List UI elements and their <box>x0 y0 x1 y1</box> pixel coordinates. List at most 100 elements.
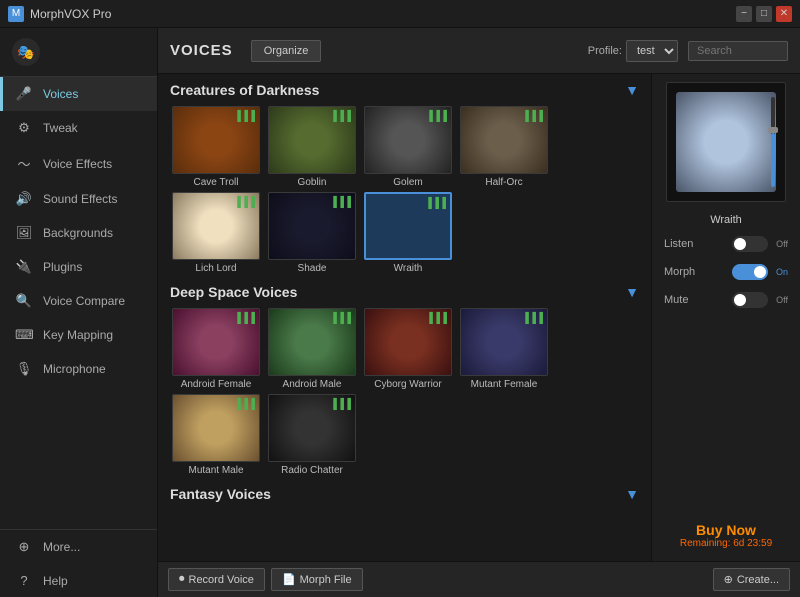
voice-grid-deep-space: ▐▐▐ Android Female ▐▐▐ Android Male <box>170 308 639 476</box>
maximize-button[interactable]: □ <box>756 6 772 22</box>
morph-state: On <box>776 267 788 277</box>
close-button[interactable]: ✕ <box>776 6 792 22</box>
voice-thumb-wraith: ▐▐▐ <box>364 192 452 260</box>
sidebar-label-backgrounds: Backgrounds <box>43 226 113 240</box>
sidebar-item-backgrounds[interactable]: 🖼 Backgrounds <box>0 216 157 250</box>
voices-panel[interactable]: Creatures of Darkness ▼ ▐▐▐ Cave Troll <box>158 74 652 561</box>
voice-label-shade: Shade <box>298 263 327 274</box>
group-header-deep-space: Deep Space Voices ▼ <box>170 284 639 300</box>
sidebar-item-plugins[interactable]: 🔌 Plugins <box>0 250 157 284</box>
signal-icon: ▐▐▐ <box>234 111 255 122</box>
voice-thumb-android-female: ▐▐▐ <box>172 308 260 376</box>
sidebar-item-more[interactable]: ⊕ More... <box>0 530 157 564</box>
signal-icon: ▐▐▐ <box>522 111 543 122</box>
mute-label: Mute <box>664 294 688 306</box>
more-icon: ⊕ <box>15 539 33 555</box>
signal-icon: ▐▐▐ <box>234 197 255 208</box>
voice-thumb-mutant-male: ▐▐▐ <box>172 394 260 462</box>
signal-icon: ▐▐▐ <box>330 399 351 410</box>
signal-icon: ▐▐▐ <box>234 313 255 324</box>
voice-item-radio-chatter[interactable]: ▐▐▐ Radio Chatter <box>266 394 358 476</box>
record-voice-button[interactable]: ⏺ Record Voice <box>168 568 265 591</box>
search-input[interactable] <box>688 41 788 61</box>
morph-file-button[interactable]: 📄 Morph File <box>271 568 363 591</box>
buy-now-button[interactable]: Buy Now <box>680 522 772 538</box>
sidebar-item-tweak[interactable]: ⚙ Tweak <box>0 111 157 145</box>
profile-select[interactable]: test <box>626 40 678 62</box>
sidebar-item-sound-effects[interactable]: 🔊 Sound Effects <box>0 182 157 216</box>
voice-label-golem: Golem <box>393 177 422 188</box>
volume-track <box>771 97 775 187</box>
right-panel: Wraith Listen Off Morph <box>652 74 800 561</box>
listen-row: Listen Off <box>660 234 792 254</box>
voice-label-android-female: Android Female <box>181 379 252 390</box>
listen-toggle[interactable] <box>732 236 768 252</box>
voice-item-goblin[interactable]: ▐▐▐ Goblin <box>266 106 358 188</box>
voice-label-cyborg-warrior: Cyborg Warrior <box>374 379 441 390</box>
signal-icon: ▐▐▐ <box>330 111 351 122</box>
voice-thumb-lich-lord: ▐▐▐ <box>172 192 260 260</box>
signal-icon: ▐▐▐ <box>330 313 351 324</box>
voice-thumb-android-male: ▐▐▐ <box>268 308 356 376</box>
voice-thumb-cyborg-warrior: ▐▐▐ <box>364 308 452 376</box>
organize-button[interactable]: Organize <box>251 40 322 62</box>
group-header-fantasy: Fantasy Voices ▼ <box>170 486 639 502</box>
group-arrow-creatures[interactable]: ▼ <box>625 82 639 98</box>
morph-label: Morph <box>664 266 695 278</box>
group-arrow-deep-space[interactable]: ▼ <box>625 284 639 300</box>
sidebar-label-more: More... <box>43 540 80 554</box>
sidebar-logo: 🎭 <box>0 28 157 77</box>
signal-icon: ▐▐▐ <box>425 198 446 209</box>
sidebar-item-voice-compare[interactable]: 🔍 Voice Compare <box>0 284 157 318</box>
mute-row: Mute Off <box>660 290 792 310</box>
voice-item-android-female[interactable]: ▐▐▐ Android Female <box>170 308 262 390</box>
window-controls: − □ ✕ <box>736 6 792 22</box>
tweak-icon: ⚙ <box>15 120 33 136</box>
listen-knob <box>734 238 746 250</box>
minimize-button[interactable]: − <box>736 6 752 22</box>
voice-item-shade[interactable]: ▐▐▐ Shade <box>266 192 358 274</box>
bottom-bar: ⏺ Record Voice 📄 Morph File ⊕ Create... <box>158 561 800 597</box>
voice-label-cave-troll: Cave Troll <box>193 177 238 188</box>
voice-item-cyborg-warrior[interactable]: ▐▐▐ Cyborg Warrior <box>362 308 454 390</box>
voice-label-half-orc: Half-Orc <box>485 177 522 188</box>
voice-effects-icon: 〜 <box>15 154 33 173</box>
group-title-deep-space: Deep Space Voices <box>170 284 297 300</box>
volume-fill <box>771 133 775 187</box>
profile-label: Profile: <box>588 45 622 57</box>
voice-item-cave-troll[interactable]: ▐▐▐ Cave Troll <box>170 106 262 188</box>
morph-knob <box>754 266 766 278</box>
preview-box <box>666 82 786 202</box>
voice-item-mutant-male[interactable]: ▐▐▐ Mutant Male <box>170 394 262 476</box>
app-title: MorphVOX Pro <box>30 7 736 21</box>
voice-item-golem[interactable]: ▐▐▐ Golem <box>362 106 454 188</box>
voice-item-lich-lord[interactable]: ▐▐▐ Lich Lord <box>170 192 262 274</box>
sidebar-item-voices[interactable]: 🎤 Voices <box>0 77 157 111</box>
mute-knob <box>734 294 746 306</box>
group-arrow-fantasy[interactable]: ▼ <box>625 486 639 502</box>
sidebar-item-key-mapping[interactable]: ⌨ Key Mapping <box>0 318 157 352</box>
voice-item-half-orc[interactable]: ▐▐▐ Half-Orc <box>458 106 550 188</box>
sidebar: 🎭 🎤 Voices ⚙ Tweak 〜 Voice Effects 🔊 Sou… <box>0 28 158 597</box>
create-button[interactable]: ⊕ Create... <box>713 568 790 591</box>
voice-item-wraith[interactable]: ▐▐▐ Wraith <box>362 192 454 274</box>
create-label: Create... <box>737 574 779 586</box>
logo-icon: 🎭 <box>12 38 40 66</box>
voices-icon: 🎤 <box>15 86 33 102</box>
sidebar-label-voices: Voices <box>43 87 78 101</box>
sidebar-label-tweak: Tweak <box>43 121 78 135</box>
voice-item-mutant-female[interactable]: ▐▐▐ Mutant Female <box>458 308 550 390</box>
volume-handle[interactable] <box>768 127 778 133</box>
sidebar-label-plugins: Plugins <box>43 260 82 274</box>
sidebar-item-voice-effects[interactable]: 〜 Voice Effects <box>0 145 157 182</box>
mute-toggle[interactable] <box>732 292 768 308</box>
signal-icon: ▐▐▐ <box>426 111 447 122</box>
titlebar: M MorphVOX Pro − □ ✕ <box>0 0 800 28</box>
voice-grid-creatures: ▐▐▐ Cave Troll ▐▐▐ Goblin ▐▐ <box>170 106 639 274</box>
voice-item-android-male[interactable]: ▐▐▐ Android Male <box>266 308 358 390</box>
sidebar-item-help[interactable]: ? Help <box>0 564 157 597</box>
voice-label-mutant-male: Mutant Male <box>188 465 243 476</box>
help-icon: ? <box>15 573 33 588</box>
morph-toggle[interactable] <box>732 264 768 280</box>
sidebar-item-microphone[interactable]: 🎙 Microphone <box>0 352 157 386</box>
